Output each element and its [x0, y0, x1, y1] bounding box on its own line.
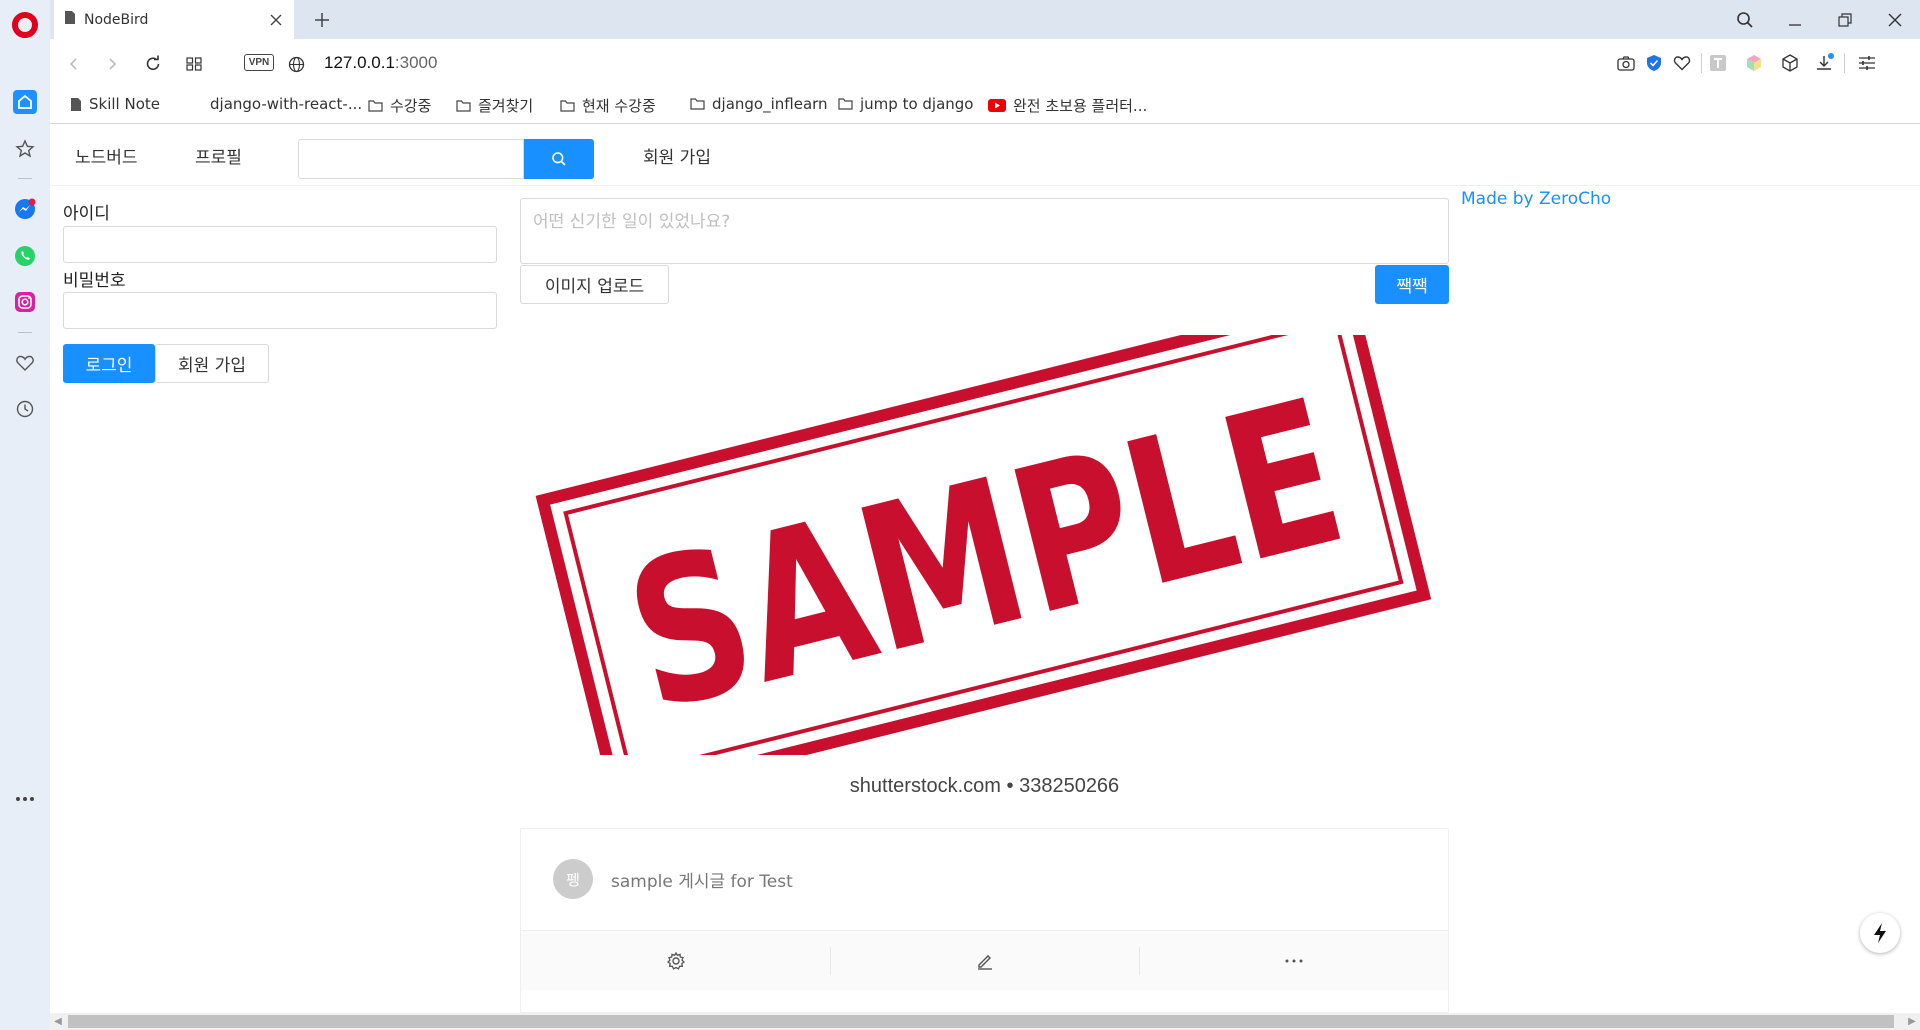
folder-icon	[368, 99, 383, 112]
back-arrow-icon[interactable]	[61, 51, 87, 77]
more-button[interactable]	[1139, 931, 1448, 991]
folder-icon	[838, 98, 853, 110]
extension-t-icon[interactable]	[1706, 51, 1730, 75]
heart-icon[interactable]	[12, 350, 38, 376]
password-label: 비밀번호	[63, 271, 126, 291]
minimize-icon[interactable]	[1781, 6, 1809, 34]
folder-icon	[560, 99, 575, 112]
post-card: 펭 sample 게시글 for Test	[520, 828, 1449, 1013]
tab-grid-icon[interactable]	[181, 51, 207, 77]
close-window-icon[interactable]	[1881, 6, 1909, 34]
opera-logo-icon[interactable]	[12, 12, 38, 38]
nodebird-page: 노드버드 프로필 회원 가입 아이디 비밀번호 로그인 회원 가입 어떤 신기한…	[50, 125, 1920, 1013]
scrollbar-thumb[interactable]	[68, 1015, 1894, 1028]
extension-cube-colored-icon[interactable]	[1742, 51, 1766, 75]
scroll-left-icon[interactable]: ◀	[50, 1013, 66, 1030]
star-icon[interactable]	[12, 136, 38, 162]
easy-setup-sliders-icon[interactable]	[1855, 51, 1879, 75]
bookmarks-bar: Skill Note django-with-react-... 수강중 즐겨찾…	[50, 88, 1920, 124]
menu-home[interactable]: 노드버드	[75, 143, 138, 168]
scroll-right-icon[interactable]: ▶	[1904, 1013, 1920, 1030]
bookmark-item[interactable]: 완전 초보용 플러터...	[988, 95, 1147, 116]
bookmark-item[interactable]: 현재 수강중	[560, 95, 656, 116]
search-input[interactable]	[298, 139, 524, 179]
post-actions	[521, 930, 1448, 990]
bookmark-item[interactable]: django_inflearn	[690, 95, 828, 113]
search-button[interactable]	[524, 139, 594, 179]
ellipsis-icon	[1285, 959, 1302, 963]
horizontal-scrollbar[interactable]: ◀ ▶	[50, 1013, 1920, 1030]
bookmark-label: 수강중	[390, 97, 432, 115]
bookmark-label: django-with-react-...	[210, 95, 363, 113]
bookmark-item[interactable]: 즐겨찾기	[456, 95, 533, 116]
post-image-stamp: SAMPLE	[608, 356, 1363, 755]
signup-button[interactable]: 회원 가입	[155, 344, 269, 383]
edit-icon	[977, 955, 992, 970]
login-button[interactable]: 로그인	[63, 344, 155, 383]
post-content: sample 게시글 for Test	[611, 872, 793, 892]
folder-icon	[456, 99, 471, 112]
password-input[interactable]	[63, 292, 497, 329]
address-bar: VPN 127.0.0.1:3000	[50, 39, 1920, 88]
image-upload-button[interactable]: 이미지 업로드	[520, 265, 669, 304]
more-options-icon[interactable]	[12, 786, 38, 812]
whatsapp-icon[interactable]	[12, 243, 38, 269]
page-icon	[71, 97, 81, 111]
url-field[interactable]: 127.0.0.1:3000	[324, 53, 437, 73]
camera-snapshot-icon[interactable]	[1614, 51, 1638, 75]
messenger-icon[interactable]	[12, 196, 38, 222]
tab-strip: NodeBird	[50, 0, 1920, 39]
url-port: :3000	[394, 53, 438, 72]
tab-title: NodeBird	[84, 11, 149, 28]
restore-window-icon[interactable]	[1831, 6, 1859, 34]
avatar: 펭	[553, 859, 593, 899]
bookmark-label: Skill Note	[89, 95, 160, 113]
image-caption: shutterstock.com • 338250266	[849, 775, 1120, 797]
globe-icon[interactable]	[283, 51, 309, 77]
download-icon[interactable]	[1813, 51, 1837, 75]
heart-outline-icon[interactable]	[1670, 51, 1694, 75]
bookmark-item[interactable]: django-with-react-...	[210, 95, 362, 113]
url-host: 127.0.0.1	[324, 53, 395, 72]
folder-icon	[690, 98, 705, 110]
bookmark-label: django_inflearn	[712, 95, 828, 113]
tab-nodebird[interactable]: NodeBird	[54, 0, 294, 39]
setting-button[interactable]	[521, 931, 830, 991]
menu-signup[interactable]: 회원 가입	[643, 143, 711, 168]
top-menu: 노드버드 프로필 회원 가입	[50, 125, 1920, 186]
bookmark-label: 즐겨찾기	[478, 97, 534, 115]
search-icon	[552, 152, 566, 166]
bookmark-label: 현재 수강중	[582, 97, 656, 115]
post-image[interactable]: SAMPLE	[520, 335, 1449, 755]
lightning-icon[interactable]	[1860, 913, 1900, 953]
bookmark-item[interactable]: Skill Note	[70, 95, 160, 113]
tweet-submit-button[interactable]: 짹짹	[1375, 265, 1449, 304]
instagram-icon[interactable]	[12, 289, 38, 315]
bookmark-item[interactable]: jump to django	[838, 95, 974, 113]
vpn-badge[interactable]: VPN	[244, 54, 274, 71]
youtube-icon	[988, 99, 1006, 112]
search-tabs-icon[interactable]	[1731, 6, 1759, 34]
post-textarea[interactable]: 어떤 신기한 일이 있었나요?	[520, 198, 1449, 264]
reload-icon[interactable]	[140, 51, 166, 77]
bookmark-label: jump to django	[860, 95, 974, 113]
menu-profile[interactable]: 프로필	[195, 143, 242, 168]
setting-icon	[666, 951, 685, 970]
history-clock-icon[interactable]	[12, 396, 38, 422]
adblock-shield-icon[interactable]	[1642, 51, 1666, 75]
page-icon	[64, 10, 76, 29]
close-tab-icon[interactable]	[266, 10, 286, 30]
bookmark-label: 완전 초보용 플러터...	[1013, 97, 1148, 115]
bookmark-item[interactable]: 수강중	[368, 95, 431, 116]
new-tab-plus-icon[interactable]	[310, 8, 334, 32]
extension-cube-icon[interactable]	[1778, 51, 1802, 75]
made-by-link[interactable]: Made by ZeroCho	[1461, 189, 1611, 209]
home-icon[interactable]	[12, 89, 38, 115]
opera-sidebar	[0, 0, 50, 1030]
id-label: 아이디	[63, 204, 110, 224]
edit-button[interactable]	[830, 931, 1139, 991]
id-input[interactable]	[63, 226, 497, 263]
forward-arrow-icon[interactable]	[99, 51, 125, 77]
